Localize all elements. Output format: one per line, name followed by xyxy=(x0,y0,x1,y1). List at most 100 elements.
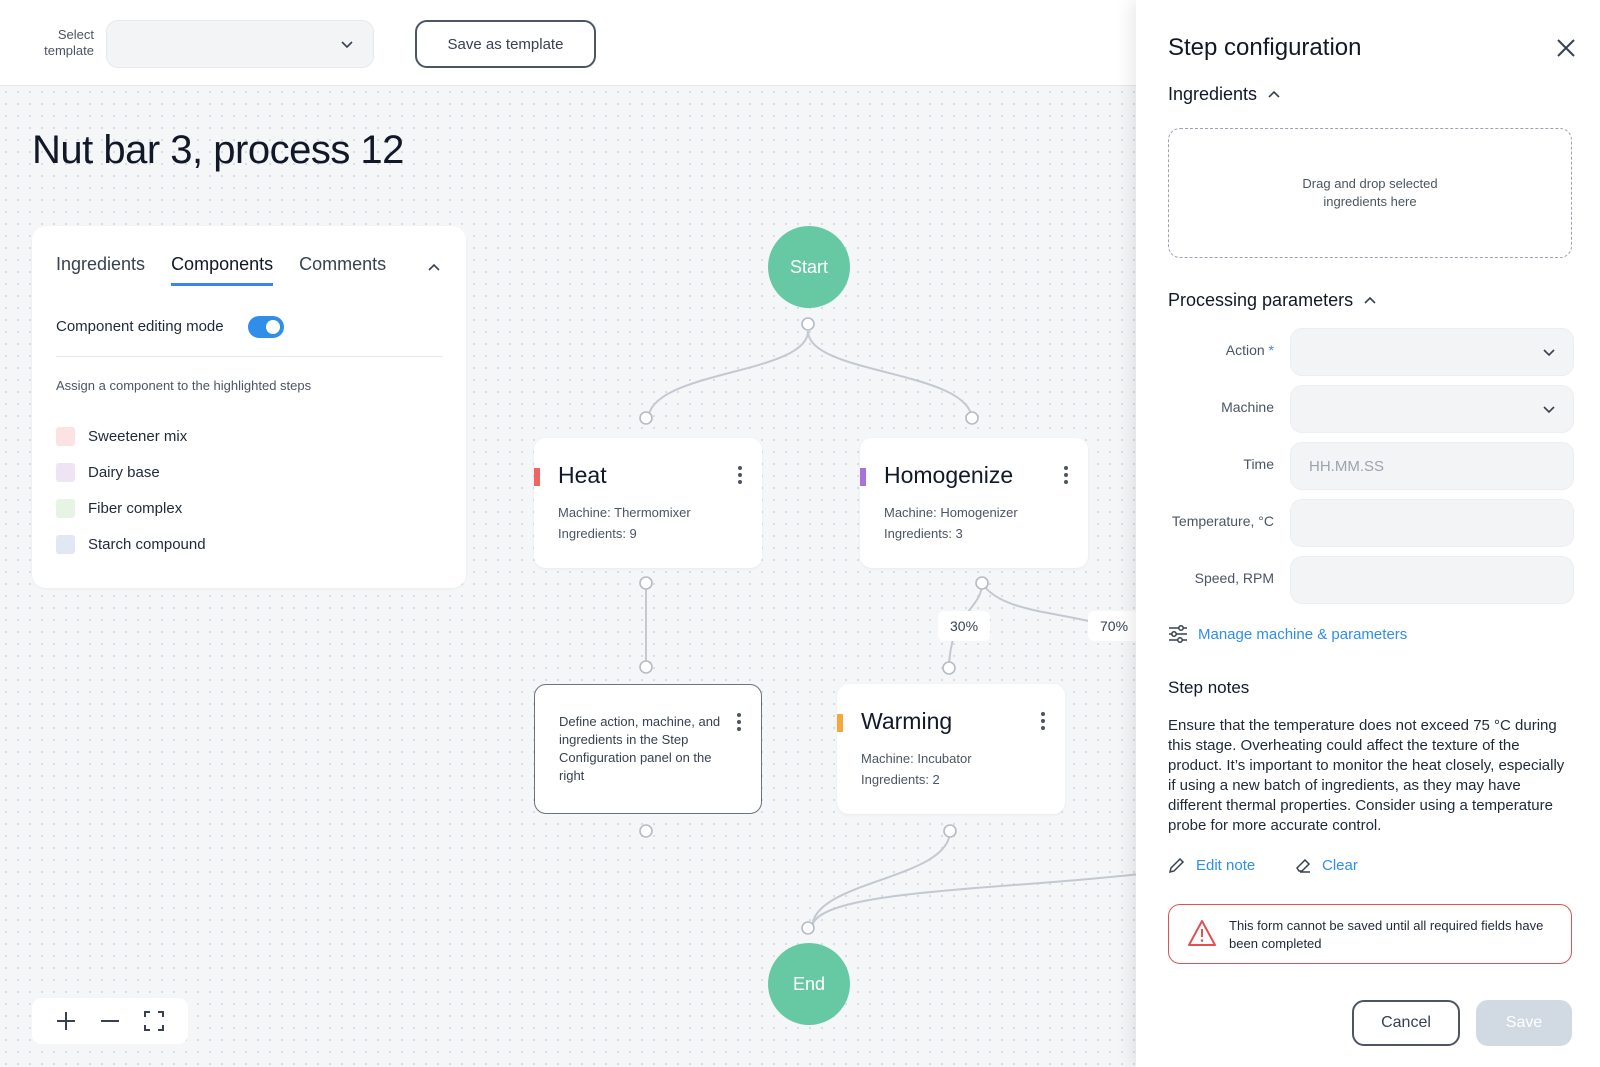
step-name: Warming xyxy=(861,708,953,734)
components-panel: Ingredients Components Comments Componen… xyxy=(32,226,466,588)
component-color-marker xyxy=(534,468,540,486)
step-card-heat[interactable]: Heat Machine: Thermomixer Ingredients: 9 xyxy=(534,438,762,568)
machine-select[interactable] xyxy=(1290,385,1574,433)
component-editing-mode-label: Component editing mode xyxy=(56,318,224,335)
component-list: Sweetener mix Dairy base Fiber complex S… xyxy=(56,418,206,562)
save-button[interactable]: Save xyxy=(1476,1000,1572,1046)
plus-icon xyxy=(57,1012,75,1030)
zoom-in-button[interactable] xyxy=(55,1010,77,1032)
top-toolbar: Select template Save as template xyxy=(0,0,1140,86)
step-machine: Machine: Homogenizer xyxy=(884,505,1018,520)
step-name: Homogenize xyxy=(884,462,1014,488)
tab-ingredients[interactable]: Ingredients xyxy=(56,254,145,286)
step-ingredients: Ingredients: 9 xyxy=(558,526,637,541)
close-icon[interactable] xyxy=(1556,38,1576,58)
section-title: Processing parameters xyxy=(1168,290,1354,310)
edit-note-label: Edit note xyxy=(1196,856,1256,874)
component-label: Starch compound xyxy=(88,535,206,553)
eraser-icon xyxy=(1296,858,1311,873)
fullscreen-icon xyxy=(144,1011,164,1031)
step-meta: Machine: Thermomixer Ingredients: 9 xyxy=(558,502,691,544)
alert-text: This form cannot be saved until all requ… xyxy=(1229,918,1544,951)
speed-input[interactable] xyxy=(1290,556,1574,604)
step-notes-title: Step notes xyxy=(1168,678,1250,697)
component-item[interactable]: Dairy base xyxy=(56,454,206,490)
page-title: Nut bar 3, process 12 xyxy=(32,128,404,172)
time-placeholder: HH.MM.SS xyxy=(1309,458,1384,475)
select-template-label: Select template xyxy=(44,27,94,58)
section-title: Ingredients xyxy=(1168,84,1258,104)
template-select[interactable] xyxy=(106,20,374,68)
chevron-up-icon xyxy=(1364,296,1376,304)
action-label: Action * xyxy=(1225,342,1274,358)
component-swatch xyxy=(56,426,75,446)
component-swatch xyxy=(56,462,75,482)
more-vertical-icon[interactable] xyxy=(1064,466,1068,487)
component-label: Dairy base xyxy=(88,463,160,481)
step-card-warming[interactable]: Warming Machine: Incubator Ingredients: … xyxy=(837,684,1065,814)
chevron-down-icon xyxy=(1543,406,1555,414)
more-vertical-icon[interactable] xyxy=(737,713,741,734)
assign-component-hint: Assign a component to the highlighted st… xyxy=(56,378,312,393)
step-card-empty[interactable]: Define action, machine, and ingredients … xyxy=(534,684,762,814)
step-ingredients: Ingredients: 2 xyxy=(861,772,940,787)
step-name: Heat xyxy=(558,462,607,488)
chevron-up-icon xyxy=(1268,90,1280,98)
action-select[interactable] xyxy=(1290,328,1574,376)
link-label: Manage machine & parameters xyxy=(1198,625,1408,643)
temperature-input[interactable] xyxy=(1290,499,1574,547)
split-percentage-left[interactable]: 30% xyxy=(938,611,991,641)
ingredients-section-header[interactable]: Ingredients xyxy=(1168,84,1281,105)
pencil-icon xyxy=(1168,857,1185,874)
tab-components[interactable]: Components xyxy=(171,254,274,286)
processing-section-header[interactable]: Processing parameters xyxy=(1168,290,1377,311)
start-node[interactable]: Start xyxy=(768,226,850,308)
ingredients-dropzone[interactable]: Drag and drop selected ingredients here xyxy=(1168,128,1572,258)
time-input[interactable]: HH.MM.SS xyxy=(1290,442,1574,490)
component-item[interactable]: Starch compound xyxy=(56,526,206,562)
step-meta: Machine: Homogenizer Ingredients: 3 xyxy=(884,502,1018,544)
component-item[interactable]: Fiber complex xyxy=(56,490,206,526)
empty-step-hint: Define action, machine, and ingredients … xyxy=(559,714,721,783)
clear-label: Clear xyxy=(1322,856,1358,874)
machine-label: Machine xyxy=(1221,399,1274,415)
split-percentage-right[interactable]: 70% xyxy=(1088,611,1141,641)
component-color-marker xyxy=(860,468,866,486)
panel-title: Step configuration xyxy=(1168,34,1362,61)
manage-machine-parameters-link[interactable]: Manage machine & parameters xyxy=(1168,624,1407,644)
minus-icon xyxy=(101,1020,119,1022)
zoom-out-button[interactable] xyxy=(99,1010,121,1032)
fit-view-button[interactable] xyxy=(143,1010,165,1032)
edit-note-button[interactable]: Edit note xyxy=(1168,856,1255,874)
component-item[interactable]: Sweetener mix xyxy=(56,418,206,454)
step-machine: Machine: Thermomixer xyxy=(558,505,691,520)
zoom-controls xyxy=(32,998,188,1044)
clear-note-button[interactable]: Clear xyxy=(1294,856,1358,874)
end-node[interactable]: End xyxy=(768,943,850,1025)
save-as-template-button[interactable]: Save as template xyxy=(415,20,596,68)
validation-alert: This form cannot be saved until all requ… xyxy=(1168,904,1572,964)
step-notes-text: Ensure that the temperature does not exc… xyxy=(1168,717,1565,834)
speed-label: Speed, RPM xyxy=(1194,570,1274,586)
component-label: Sweetener mix xyxy=(88,427,188,445)
chevron-down-icon xyxy=(341,41,353,49)
step-card-homogenize[interactable]: Homogenize Machine: Homogenizer Ingredie… xyxy=(860,438,1088,568)
step-configuration-panel: Step configuration Ingredients Drag and … xyxy=(1136,0,1600,1067)
dropzone-text: Drag and drop selected ingredients here xyxy=(1302,176,1438,209)
component-swatch xyxy=(56,534,75,554)
cancel-button[interactable]: Cancel xyxy=(1352,1000,1460,1046)
step-meta: Machine: Incubator Ingredients: 2 xyxy=(861,748,972,790)
sliders-icon xyxy=(1169,625,1187,643)
warning-icon xyxy=(1188,920,1216,946)
temperature-label: Temperature, °C xyxy=(1171,513,1274,529)
panel-tabs: Ingredients Components Comments xyxy=(56,254,386,286)
step-machine: Machine: Incubator xyxy=(861,751,972,766)
step-ingredients: Ingredients: 3 xyxy=(884,526,963,541)
time-label: Time xyxy=(1243,456,1274,472)
chevron-up-icon[interactable] xyxy=(426,260,442,276)
more-vertical-icon[interactable] xyxy=(738,466,742,487)
more-vertical-icon[interactable] xyxy=(1041,712,1045,733)
component-swatch xyxy=(56,498,75,518)
tab-comments[interactable]: Comments xyxy=(299,254,386,286)
component-editing-mode-toggle[interactable] xyxy=(248,316,284,338)
